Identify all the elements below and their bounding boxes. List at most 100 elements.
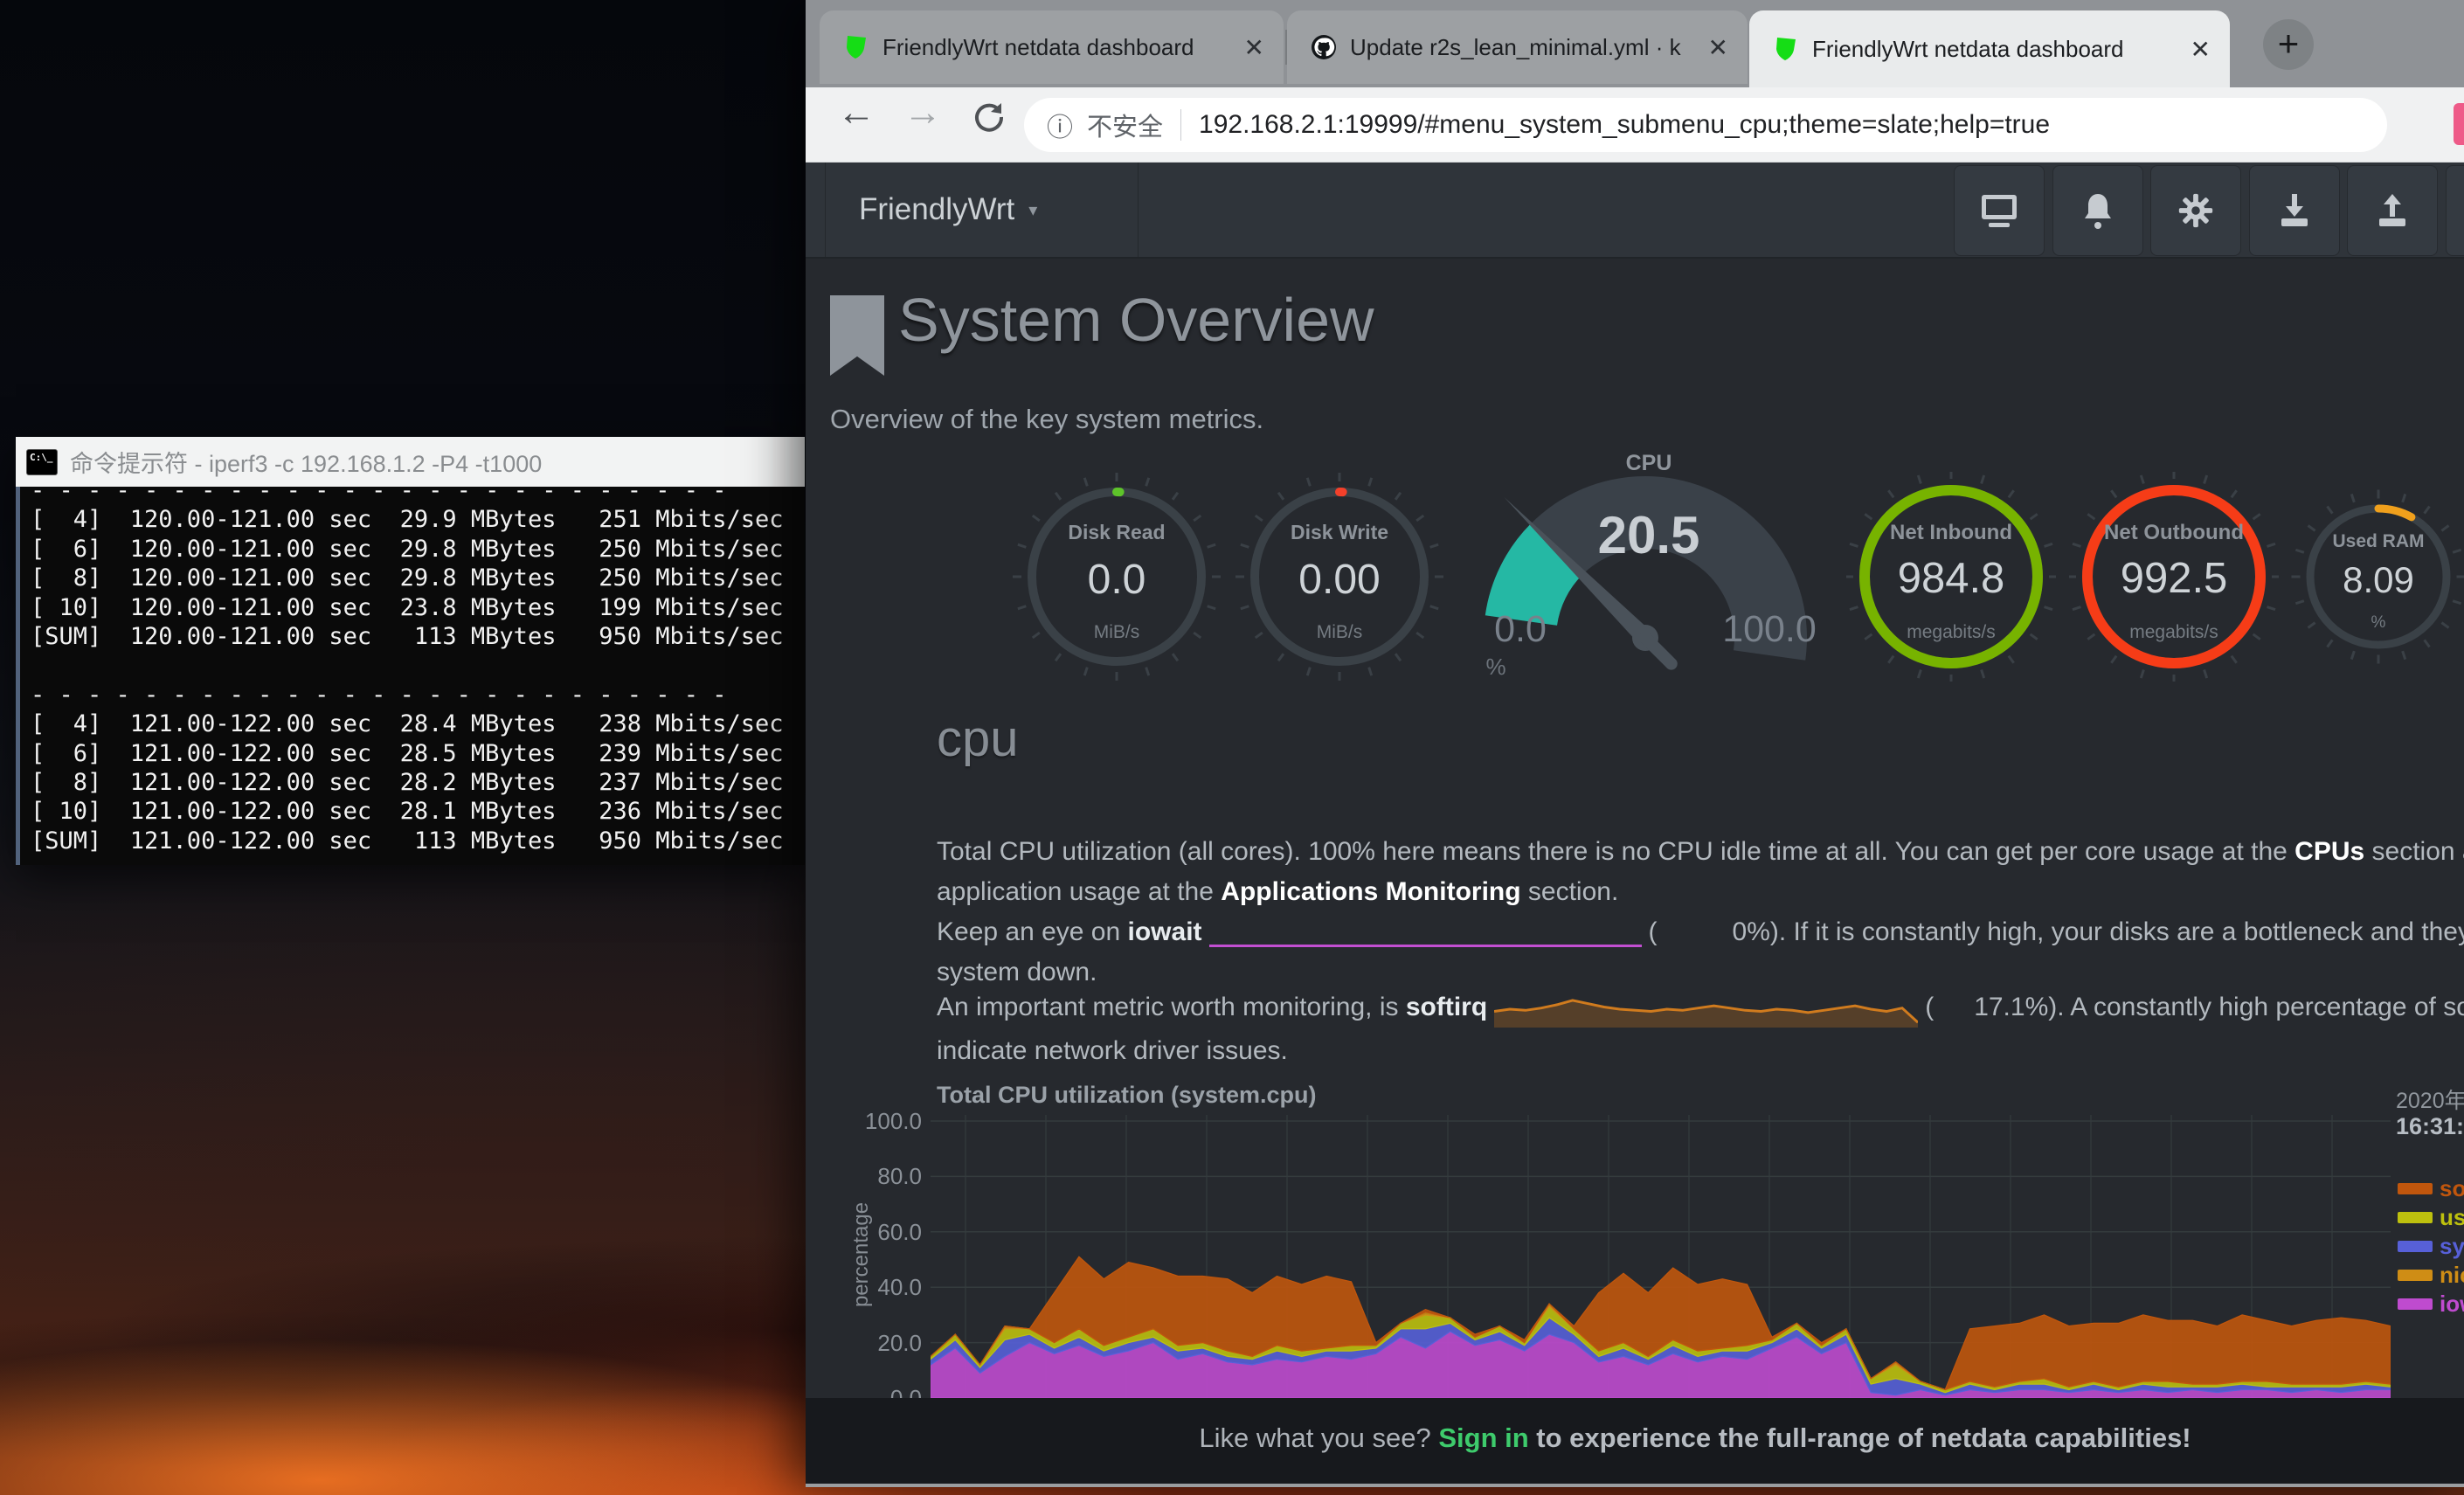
cpu-utilization-chart[interactable] xyxy=(931,1115,2391,1405)
iowait-value: 0%). xyxy=(1733,917,1787,946)
url-text[interactable]: 192.168.2.1:19999/#menu_system_submenu_c… xyxy=(1199,110,2050,140)
forward-button[interactable]: → xyxy=(903,91,942,135)
gauge-units: MiB/s xyxy=(1235,622,1444,643)
y-tick: 40.0 xyxy=(841,1274,922,1300)
iowait-sparkline xyxy=(1209,917,1642,949)
gauge-units: megabits/s xyxy=(1846,622,2056,643)
address-bar[interactable]: ⓘ 不安全 192.168.2.1:19999/#menu_system_sub… xyxy=(1024,98,2387,152)
settings-button[interactable] xyxy=(2150,165,2241,256)
gauge-units: megabits/s xyxy=(2069,622,2279,643)
tab-title: FriendlyWrt netdata dashboard xyxy=(882,34,1227,61)
bell-icon xyxy=(2079,190,2117,231)
chart-legend: softirqusersystemniceiowait xyxy=(2398,1174,2464,1319)
import-snapshot-button[interactable] xyxy=(2249,165,2340,256)
host-name: FriendlyWrt xyxy=(859,192,1014,227)
paragraph-line: indicate network driver issues. xyxy=(937,1031,1288,1071)
friendlywrt-favicon xyxy=(1772,35,1800,63)
gauge-value: 0.0 xyxy=(1012,556,1222,604)
disk-read-gauge[interactable]: Disk Read 0.0 MiB/s xyxy=(1012,472,1222,682)
cpu-gauge-value: 20.5 xyxy=(1478,505,1819,565)
cpu-gauge-max: 100.0 xyxy=(1695,608,1844,651)
net-inbound-gauge[interactable]: Net Inbound 984.8 megabits/s xyxy=(1846,472,2056,682)
legend-label: nice xyxy=(2440,1262,2464,1289)
navbar-left-stub xyxy=(806,163,826,257)
disk-write-gauge[interactable]: Disk Write 0.00 MiB/s xyxy=(1235,472,1444,682)
back-button[interactable]: ← xyxy=(837,91,876,135)
cpu-gauge[interactable] xyxy=(1478,450,1819,703)
gauge-value: 984.8 xyxy=(1846,554,2056,603)
chart-date: 2020年3 xyxy=(2396,1083,2464,1115)
browser-window: FriendlyWrt netdata dashboard ✕ Update r… xyxy=(806,0,2464,1487)
terminal-output: - - - - - - - - - - - - - - - - - - - - … xyxy=(20,487,805,855)
applications-monitoring-link[interactable]: Applications Monitoring xyxy=(1221,877,1520,906)
tab-close-icon[interactable]: ✕ xyxy=(1239,33,1270,62)
gauge-label: Disk Write xyxy=(1235,521,1444,544)
reload-button[interactable] xyxy=(970,98,1008,146)
reload-icon xyxy=(970,98,1008,136)
export-snapshot-button[interactable] xyxy=(2347,165,2438,256)
tab-title: Update r2s_lean_minimal.yml · k xyxy=(1350,34,1691,61)
signin-text: Like what you see? Sign in to experience… xyxy=(926,1422,2464,1454)
terminal-title: 命令提示符 - iperf3 -c 192.168.1.2 -P4 -t1000 xyxy=(70,445,542,479)
legend-item[interactable]: user xyxy=(2398,1203,2464,1232)
legend-item[interactable]: iowait xyxy=(2398,1290,2464,1319)
security-label[interactable]: 不安全 xyxy=(1087,107,1163,143)
gauge-label: Net Inbound xyxy=(1846,521,2056,545)
section-title: cpu xyxy=(937,709,1019,768)
terminal-window[interactable]: C:\_ 命令提示符 - iperf3 -c 192.168.1.2 -P4 -… xyxy=(16,437,805,865)
download-icon xyxy=(2274,190,2315,231)
extension-icon-clipped[interactable] xyxy=(2454,103,2464,145)
alarms-button[interactable] xyxy=(2052,165,2143,256)
tab-netdata-1[interactable]: FriendlyWrt netdata dashboard ✕ xyxy=(820,10,1284,84)
legend-item[interactable]: system xyxy=(2398,1232,2464,1261)
gauge-units: MiB/s xyxy=(1012,622,1222,643)
new-tab-button[interactable]: + xyxy=(2263,19,2314,70)
gauge-label: Net Outbound xyxy=(2069,521,2279,545)
paragraph-line: Keep an eye on iowait(0%). If it is cons… xyxy=(937,912,2464,952)
upload-icon xyxy=(2372,190,2412,231)
cpu-gauge-units: % xyxy=(1470,654,1522,681)
github-icon xyxy=(1310,33,1338,61)
gauge-value: 8.09 xyxy=(2291,559,2464,601)
tab-title: FriendlyWrt netdata dashboard xyxy=(1812,36,2173,63)
sign-in-link[interactable]: Sign in xyxy=(1438,1422,1528,1453)
cpu-gauge-arc xyxy=(1478,450,1819,703)
tab-close-icon[interactable]: ✕ xyxy=(2185,35,2216,64)
legend-label: user xyxy=(2440,1204,2464,1231)
tab-netdata-2-active[interactable]: FriendlyWrt netdata dashboard ✕ xyxy=(1749,10,2230,87)
terminal-titlebar[interactable]: C:\_ 命令提示符 - iperf3 -c 192.168.1.2 -P4 -… xyxy=(16,437,805,487)
host-dropdown[interactable]: FriendlyWrt ▾ xyxy=(826,163,1139,257)
chart-title: Total CPU utilization (system.cpu) xyxy=(937,1082,1317,1109)
terminal-body[interactable]: - - - - - - - - - - - - - - - - - - - - … xyxy=(16,487,805,865)
legend-swatch xyxy=(2398,1183,2433,1194)
print-dashboard-button[interactable] xyxy=(1954,165,2045,256)
chevron-down-icon: ▾ xyxy=(1028,199,1037,221)
cpu-gauge-min: 0.0 xyxy=(1459,608,1582,651)
y-tick: 60.0 xyxy=(841,1219,922,1245)
legend-swatch xyxy=(2398,1241,2433,1252)
navbar-button-clipped[interactable] xyxy=(2446,165,2464,256)
paragraph-line: An important metric worth monitoring, is… xyxy=(937,987,2464,1028)
legend-item[interactable]: softirq xyxy=(2398,1174,2464,1203)
friendlywrt-favicon xyxy=(842,33,870,61)
y-axis-label: percentage xyxy=(849,1167,874,1342)
page-subtitle: Overview of the key system metrics. xyxy=(830,404,1263,435)
cmd-icon: C:\_ xyxy=(26,449,58,475)
legend-item[interactable]: nice xyxy=(2398,1261,2464,1290)
tab-github[interactable]: Update r2s_lean_minimal.yml · k ✕ xyxy=(1287,10,1748,84)
omnibox-divider xyxy=(1180,109,1181,141)
paragraph-line: application usage at the Applications Mo… xyxy=(937,872,1618,912)
net-outbound-gauge[interactable]: Net Outbound 992.5 megabits/s xyxy=(2069,472,2279,682)
used-ram-gauge[interactable]: Used RAM 8.09 % xyxy=(2291,489,2464,664)
tab-close-icon[interactable]: ✕ xyxy=(1703,33,1734,62)
softirq-value: 17.1%). xyxy=(1974,993,2064,1021)
gauge-label: Used RAM xyxy=(2291,531,2464,552)
legend-swatch xyxy=(2398,1270,2433,1281)
monitor-icon xyxy=(1978,191,2020,230)
page-title: System Overview xyxy=(898,285,1374,355)
info-icon[interactable]: ⓘ xyxy=(1047,106,1073,144)
legend-label: softirq xyxy=(2440,1175,2464,1202)
chart-time: 16:31:2 xyxy=(2396,1113,2464,1140)
legend-label: iowait xyxy=(2440,1291,2464,1318)
cpus-link[interactable]: CPUs xyxy=(2294,837,2364,866)
